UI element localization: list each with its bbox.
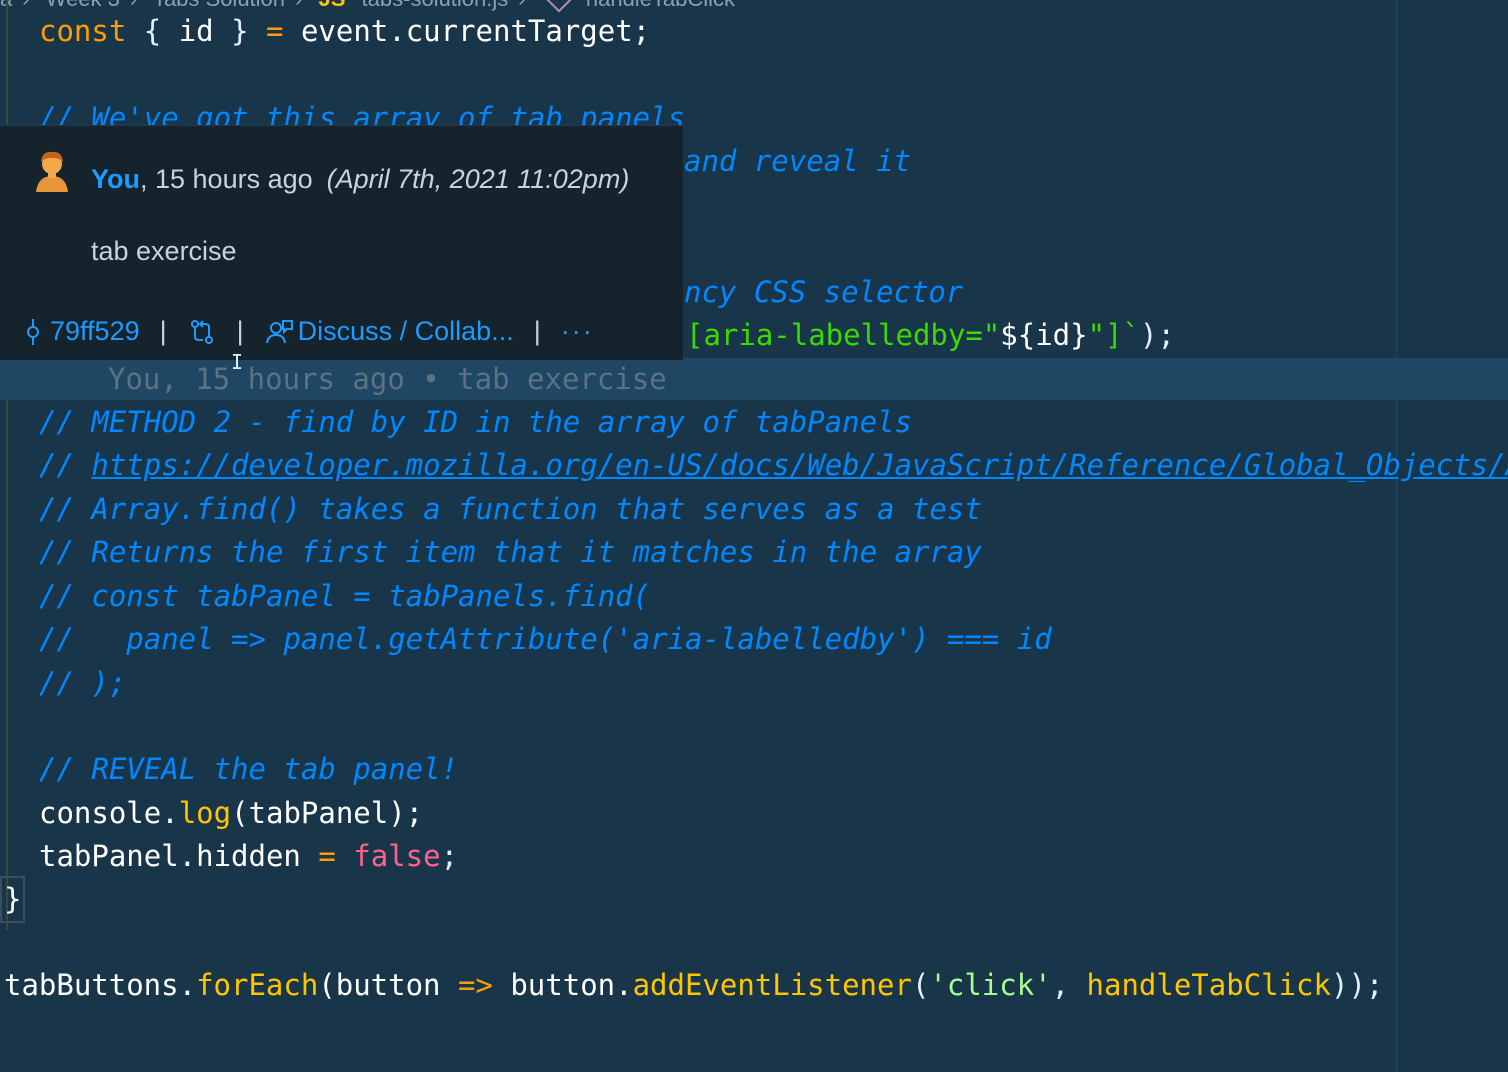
code-line[interactable]: // REVEAL the tab panel!: [0, 748, 458, 791]
punctuation-token: ,: [1051, 968, 1087, 1002]
code-line[interactable]: tabButtons.forEach(button => button.addE…: [0, 964, 1383, 1007]
commit-time-ago: , 15 hours ago: [140, 164, 313, 194]
editor-ruler: [1396, 0, 1397, 1072]
comment-text: // Array.find() takes a function that se…: [39, 492, 982, 526]
text-cursor-icon: I: [231, 350, 244, 374]
punctuation-token: }: [213, 14, 267, 48]
action-separator: |: [236, 316, 244, 346]
punctuation-token: {: [126, 14, 179, 48]
action-separator: |: [159, 316, 167, 346]
string-token: 'click': [929, 968, 1052, 1002]
current-line-highlight[interactable]: You, 15 hours ago • tab exercise: [0, 358, 1508, 400]
comment-text: and reveal it: [684, 144, 911, 178]
operator-token: =: [266, 14, 284, 48]
function-token: addEventListener: [632, 968, 912, 1002]
code-line[interactable]: // https://developer.mozilla.org/en-US/d…: [0, 444, 1508, 487]
code-line[interactable]: // Returns the first item that it matche…: [0, 531, 982, 574]
git-commit-icon: [27, 318, 39, 345]
code-text: button.: [492, 968, 633, 1002]
matched-brace[interactable]: }: [0, 876, 26, 923]
commit-actions: 79ff529 | | Discuss / Collab... | ···: [24, 316, 594, 347]
keyword-token: const: [39, 14, 127, 48]
punctuation-token: (: [911, 968, 930, 1002]
commit-sha-link[interactable]: 79ff529: [50, 316, 140, 347]
git-blame-hover[interactable]: You, 15 hours ago (April 7th, 2021 11:02p…: [0, 125, 683, 360]
identifier-token: tabPanel.hidden: [39, 839, 319, 873]
identifier-token: tabButtons.: [4, 968, 197, 1002]
code-editor[interactable]: a› Week 3› Tabs Solution› JS tabs-soluti…: [0, 0, 1508, 1072]
code-line[interactable]: const { id } = event.currentTarget;: [0, 10, 650, 53]
commit-author[interactable]: You: [91, 164, 140, 194]
comment-text: //: [39, 448, 92, 482]
code-line[interactable]: // const tabPanel = tabPanels.find(: [0, 575, 650, 618]
template-string-token: [aria-labelledby=": [686, 318, 1001, 352]
comment-text: // );: [39, 666, 127, 700]
punctuation-token: ));: [1330, 968, 1384, 1002]
code-line[interactable]: tabPanel.hidden = false;: [0, 835, 458, 878]
comment-url-link[interactable]: https://developer.mozilla.org/en-US/docs…: [91, 448, 1508, 482]
code-line[interactable]: console.log(tabPanel);: [0, 792, 423, 835]
code-text: event.currentTarget;: [283, 14, 651, 48]
code-line[interactable]: // Array.find() takes a function that se…: [0, 488, 982, 531]
code-line[interactable]: // panel => panel.getAttribute('aria-lab…: [0, 618, 1052, 661]
operator-token: =>: [457, 968, 493, 1002]
function-token: forEach: [196, 968, 319, 1002]
commit-author-line: You, 15 hours ago (April 7th, 2021 11:02p…: [91, 164, 629, 195]
breadcrumb: a› Week 3› Tabs Solution› JS tabs-soluti…: [0, 0, 745, 13]
function-token: log: [178, 796, 232, 830]
identifier-token: id: [178, 14, 214, 48]
punctuation-token: ;: [440, 839, 459, 873]
code-line[interactable]: // );: [0, 662, 126, 705]
boolean-token: false: [335, 839, 441, 873]
more-actions-button[interactable]: ···: [561, 316, 594, 347]
comment-text: // METHOD 2 - find by ID in the array of…: [39, 405, 912, 439]
compare-changes-icon[interactable]: [187, 317, 217, 347]
comment-text: // panel => panel.getAttribute('aria-lab…: [39, 622, 1052, 656]
comment-text: // const tabPanel = tabPanels.find(: [39, 579, 651, 613]
discuss-collab-link[interactable]: Discuss / Collab...: [298, 316, 514, 347]
template-string-token: "]`: [1087, 318, 1140, 352]
comment-text: ncy CSS selector: [684, 275, 964, 309]
comment-text: // REVEAL the tab panel!: [39, 752, 459, 786]
template-interpolation-token: ${id}: [1000, 318, 1088, 352]
avatar: [28, 148, 76, 192]
discuss-icon: [265, 319, 293, 343]
action-separator: |: [533, 316, 541, 346]
code-text: (button: [318, 968, 458, 1002]
identifier-token: console.: [39, 796, 179, 830]
code-line[interactable]: // METHOD 2 - find by ID in the array of…: [0, 401, 912, 444]
identifier-token: handleTabClick: [1086, 968, 1331, 1002]
comment-text: // Returns the first item that it matche…: [39, 535, 982, 569]
operator-token: =: [318, 839, 336, 873]
commit-date: (April 7th, 2021 11:02pm): [326, 164, 630, 194]
punctuation-token: );: [1139, 318, 1175, 352]
code-text: (tabPanel);: [231, 796, 424, 830]
inline-blame-annotation[interactable]: You, 15 hours ago • tab exercise: [108, 358, 667, 400]
commit-message: tab exercise: [91, 236, 237, 266]
